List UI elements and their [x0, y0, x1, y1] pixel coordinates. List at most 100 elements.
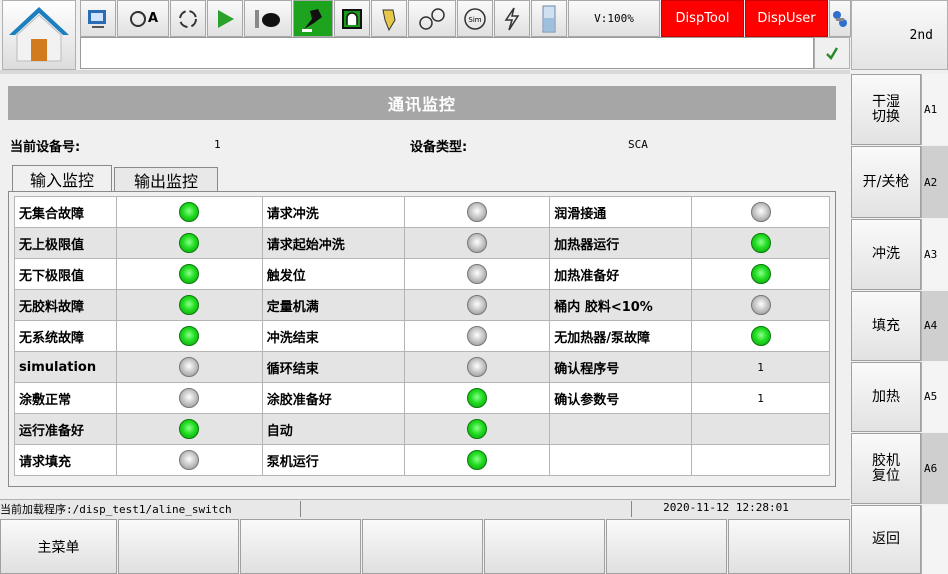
signal-label: 请求冲洗 — [261, 196, 405, 228]
side-tag: A6 — [924, 462, 938, 475]
home-icon — [9, 7, 69, 62]
command-input[interactable] — [80, 37, 814, 69]
play-button[interactable] — [207, 0, 243, 37]
disp-user-label: DispUser — [757, 11, 816, 26]
signal-cell — [403, 413, 551, 445]
signal-cell — [403, 289, 551, 321]
valve-icon — [382, 9, 396, 31]
side-tag: A1 — [924, 103, 938, 116]
tab-output-monitor[interactable]: 输出监控 — [114, 167, 218, 192]
valve-button[interactable] — [371, 0, 407, 37]
signal-label: 无系统故障 — [14, 320, 117, 352]
tab-input-monitor[interactable]: 输入监控 — [12, 165, 112, 192]
table-row: 无系统故障 冲洗结束 无加热器/泵故障 — [14, 320, 830, 352]
led-on-icon — [179, 326, 200, 346]
function-button-6[interactable] — [606, 519, 727, 574]
led-off-icon — [466, 264, 487, 284]
hand-button[interactable] — [244, 0, 292, 37]
side-button-6[interactable]: 胶机 复位 — [851, 433, 921, 504]
led-on-icon — [179, 295, 200, 315]
side-button-label: 返回 — [872, 531, 900, 547]
cycle-button[interactable] — [170, 0, 206, 37]
signal-label: 泵机运行 — [261, 444, 405, 476]
speed-label: V:100% — [594, 12, 634, 25]
second-function-button[interactable]: 2nd — [851, 0, 948, 70]
link-button[interactable] — [408, 0, 456, 37]
confirm-button[interactable] — [814, 37, 850, 69]
signal-label: 定量机满 — [261, 289, 405, 321]
robot-icon — [302, 8, 322, 32]
led-off-icon — [179, 388, 200, 408]
connect-icon — [833, 10, 847, 27]
cycle-icon — [179, 9, 197, 28]
side-button-4[interactable]: 填充 — [851, 291, 921, 361]
signal-label: 无上极限值 — [14, 227, 117, 259]
side-button-3[interactable]: 冲洗 — [851, 219, 921, 290]
sim-button[interactable]: Sim — [457, 0, 493, 37]
home-button[interactable] — [2, 0, 76, 70]
side-tag: A4 — [924, 319, 938, 332]
disp-user-button[interactable]: DispUser — [745, 0, 828, 37]
door-icon — [342, 8, 362, 29]
function-button-5[interactable] — [484, 519, 605, 574]
led-on-icon — [750, 264, 771, 284]
main-menu-button[interactable]: 主菜单 — [0, 519, 117, 574]
side-button-5[interactable]: 加热 — [851, 362, 921, 432]
side-button-7[interactable]: 返回 — [851, 505, 921, 574]
function-button-7[interactable] — [728, 519, 850, 574]
signal-label: 触发位 — [261, 258, 405, 290]
door-button[interactable] — [334, 0, 370, 37]
side-button-1[interactable]: 干湿 切换 — [851, 74, 921, 145]
table-row: 涂敷正常 涂胶准备好 确认参数号 1 — [14, 382, 830, 414]
auto-mode-button[interactable]: A — [117, 0, 169, 37]
signal-cell — [691, 289, 830, 321]
device-no-label: 当前设备号: — [10, 140, 81, 155]
device-type-value: SCA — [628, 138, 648, 151]
signal-label: 加热准备好 — [549, 258, 693, 290]
signal-label: 自动 — [261, 413, 405, 445]
led-on-icon — [179, 264, 200, 284]
signal-label: 涂胶准备好 — [261, 382, 405, 414]
window-icon — [88, 9, 106, 28]
led-off-icon — [466, 233, 487, 253]
signal-label: 确认参数号 — [549, 382, 693, 414]
signal-cell — [115, 320, 263, 352]
disp-tool-label: DispTool — [675, 11, 730, 26]
led-off-icon — [466, 202, 487, 222]
signal-cell — [115, 413, 263, 445]
side-button-label: 冲洗 — [872, 246, 900, 262]
window-button[interactable] — [80, 0, 116, 37]
speed-display[interactable]: V:100% — [568, 0, 660, 37]
side-tag: A2 — [924, 176, 938, 189]
robot-button[interactable] — [293, 0, 333, 37]
play-icon — [218, 9, 234, 28]
side-tag: A3 — [924, 248, 938, 261]
status-field — [300, 501, 632, 517]
function-button-4[interactable] — [362, 519, 483, 574]
function-button-2[interactable] — [118, 519, 239, 574]
connect-button[interactable] — [829, 0, 851, 37]
side-button-label: 加热 — [872, 388, 900, 405]
hand-icon — [255, 9, 280, 28]
glass-button[interactable] — [531, 0, 567, 37]
link-icon — [419, 7, 445, 30]
side-button-2[interactable]: 开/关枪 — [851, 146, 921, 218]
signal-value: 1 — [691, 351, 830, 383]
page-title: 通讯监控 — [8, 86, 836, 120]
function-button-3[interactable] — [240, 519, 361, 574]
sim-icon: Sim — [464, 7, 486, 30]
signal-label — [549, 444, 693, 476]
signal-cell — [115, 382, 263, 414]
led-off-icon — [179, 450, 200, 470]
signal-label: 请求填充 — [14, 444, 117, 476]
signal-cell — [691, 258, 830, 290]
signal-cell — [403, 196, 551, 228]
signal-cell — [115, 258, 263, 290]
led-off-icon — [466, 295, 487, 315]
signal-cell — [115, 444, 263, 476]
signal-label: 请求起始冲洗 — [261, 227, 405, 259]
disp-tool-button[interactable]: DispTool — [661, 0, 744, 37]
signal-label: 桶内 胶料<10% — [549, 289, 693, 321]
signal-cell — [115, 227, 263, 259]
bolt-button[interactable] — [494, 0, 530, 37]
